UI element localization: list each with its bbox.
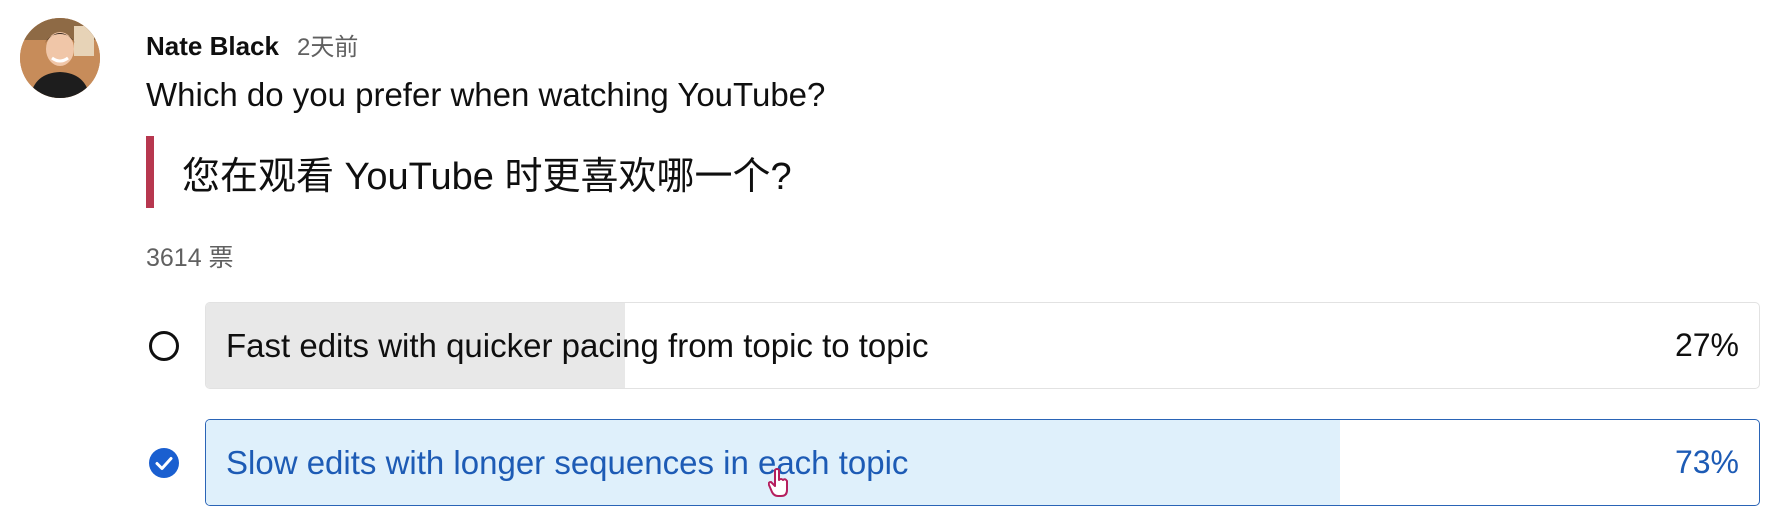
poll-option-fast-edits[interactable]: Fast edits with quicker pacing from topi… xyxy=(205,302,1760,389)
translation-text: 您在观看 YouTube 时更喜欢哪一个? xyxy=(182,155,792,198)
poll-option-percent: 27% xyxy=(1674,327,1739,363)
translation-block: 您在观看 YouTube 时更喜欢哪一个? xyxy=(146,136,792,208)
poll-option-label: Fast edits with quicker pacing from topi… xyxy=(226,326,929,364)
vote-count: 3614 票 xyxy=(146,244,234,272)
radio-unchecked-icon[interactable] xyxy=(149,331,179,361)
check-circle-icon[interactable] xyxy=(149,448,179,478)
pointer-cursor-icon xyxy=(767,468,790,498)
author-name[interactable]: Nate Black xyxy=(146,31,279,62)
community-post: Nate Black 2天前 Which do you prefer when … xyxy=(0,0,1788,516)
post-header: Nate Black 2天前 xyxy=(146,27,358,61)
poll-option-percent: 73% xyxy=(1674,444,1739,480)
poll-question: Which do you prefer when watching YouTub… xyxy=(146,76,826,113)
author-avatar[interactable] xyxy=(20,18,100,98)
post-timestamp[interactable]: 2天前 xyxy=(297,27,358,62)
avatar-image xyxy=(20,18,100,98)
poll-option-slow-edits[interactable]: Slow edits with longer sequences in each… xyxy=(205,419,1760,506)
poll-option-label: Slow edits with longer sequences in each… xyxy=(226,443,909,481)
translation-accent-bar xyxy=(146,136,154,208)
